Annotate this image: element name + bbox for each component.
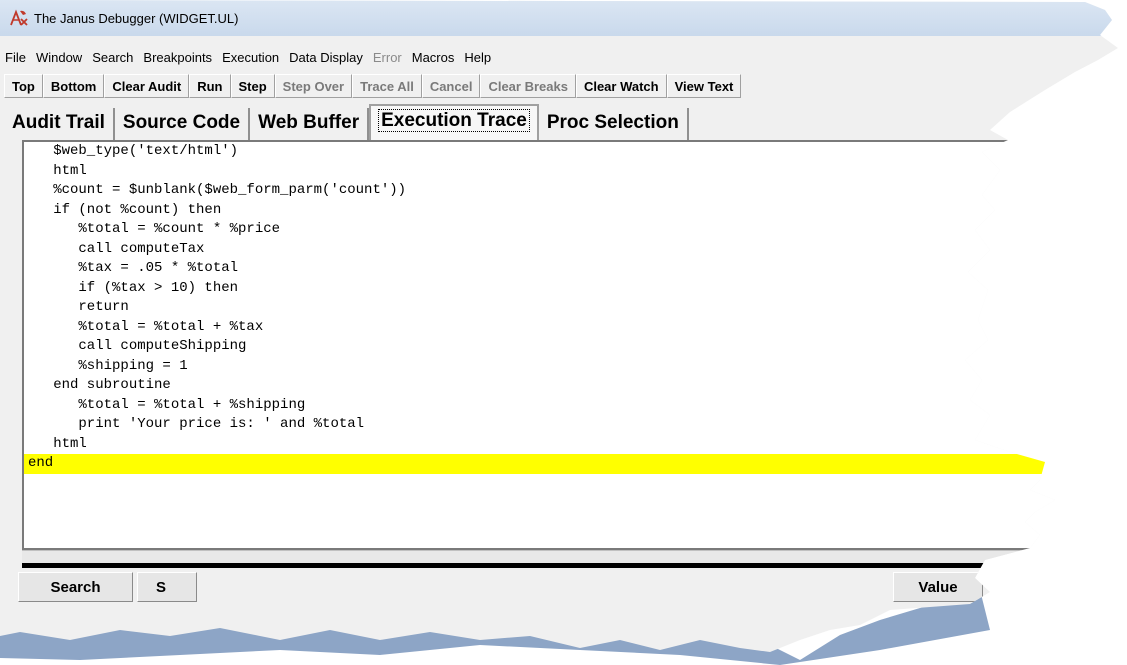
code-line[interactable]: end subroutine: [24, 376, 1072, 396]
search-button[interactable]: Search: [18, 572, 133, 602]
menu-item-breakpoints[interactable]: Breakpoints: [138, 50, 217, 65]
janus-logo-icon: [10, 9, 28, 27]
top-button[interactable]: Top: [4, 74, 43, 98]
tab-label: Source Code: [122, 112, 241, 133]
clear-watch-button[interactable]: Clear Watch: [575, 74, 667, 98]
code-line[interactable]: %total = %total + %tax: [24, 318, 1072, 338]
clear-audit-button[interactable]: Clear Audit: [104, 74, 190, 98]
menu-item-search[interactable]: Search: [87, 50, 138, 65]
menu-item-error[interactable]: Error: [368, 50, 407, 65]
code-line[interactable]: %tax = .05 * %total: [24, 259, 1072, 279]
bottom-button-bar: Search S Value: [0, 570, 1118, 606]
tab-label: Web Buffer: [258, 112, 360, 133]
code-line[interactable]: return: [24, 298, 1072, 318]
code-line[interactable]: %total = %count * %price: [24, 220, 1072, 240]
tab-web-buffer[interactable]: Web Buffer: [250, 108, 370, 140]
tab-execution-trace[interactable]: Execution Trace: [369, 104, 539, 142]
code-line[interactable]: %count = $unblank($web_form_parm('count'…: [24, 181, 1072, 201]
tab-audit-trail[interactable]: Audit Trail: [4, 108, 115, 140]
code-line[interactable]: print 'Your price is: ' and %total: [24, 415, 1072, 435]
view-text-button[interactable]: View Text: [666, 74, 742, 98]
code-line[interactable]: html: [24, 435, 1072, 455]
trace-all-button[interactable]: Trace All: [352, 74, 422, 98]
code-line[interactable]: $web_type('text/html'): [24, 142, 1072, 162]
title-bar: The Janus Debugger (WIDGET.UL): [0, 0, 1118, 36]
step-button[interactable]: Step: [230, 74, 275, 98]
bottom-button[interactable]: Bottom: [42, 74, 105, 98]
menu-item-file[interactable]: File: [0, 50, 31, 65]
menu-bar: File Window Search Breakpoints Execution Data…: [0, 46, 1118, 68]
window-title: The Janus Debugger (WIDGET.UL): [34, 10, 239, 26]
code-line[interactable]: %shipping = 1: [24, 357, 1072, 377]
tab-source-code[interactable]: Source Code: [115, 108, 251, 140]
debugger-window: The Janus Debugger (WIDGET.UL) File Windo…: [0, 0, 1118, 652]
run-button[interactable]: Run: [189, 74, 231, 98]
menu-item-help[interactable]: Help: [459, 50, 496, 65]
menu-item-window[interactable]: Window: [31, 50, 87, 65]
code-line[interactable]: %total = %total + %shipping: [24, 396, 1072, 416]
tab-strip: Audit Trail Source Code Web Buffer Executio…: [0, 102, 1118, 142]
menu-item-data-display[interactable]: Data Display: [284, 50, 368, 65]
step-over-button[interactable]: Step Over: [274, 74, 353, 98]
current-code-line[interactable]: end: [24, 454, 1072, 474]
menu-item-macros[interactable]: Macros: [407, 50, 460, 65]
value-button[interactable]: Value: [893, 572, 983, 602]
tab-label: Execution Trace: [378, 109, 530, 132]
tab-label: Proc Selection: [546, 112, 679, 133]
tab-proc-selection[interactable]: Proc Selection: [539, 108, 689, 140]
tab-label: Audit Trail: [12, 112, 105, 133]
execution-trace-editor[interactable]: $web_type('text/html') html %count = $un…: [22, 140, 1072, 550]
clear-breaks-button[interactable]: Clear Breaks: [480, 74, 576, 98]
code-line[interactable]: if (%tax > 10) then: [24, 279, 1072, 299]
menu-item-execution[interactable]: Execution: [217, 50, 284, 65]
pane-divider[interactable]: [22, 563, 1022, 568]
horizontal-scrollbar[interactable]: [22, 550, 1072, 563]
code-line[interactable]: html: [24, 162, 1072, 182]
code-line[interactable]: call computeTax: [24, 240, 1072, 260]
toolbar: Top Bottom Clear Audit Run Step Step Over Trac…: [0, 72, 1118, 100]
code-line[interactable]: call computeShipping: [24, 337, 1072, 357]
code-line[interactable]: if (not %count) then: [24, 201, 1072, 221]
partial-bottom-button[interactable]: S: [137, 572, 197, 602]
cancel-button[interactable]: Cancel: [421, 74, 481, 98]
